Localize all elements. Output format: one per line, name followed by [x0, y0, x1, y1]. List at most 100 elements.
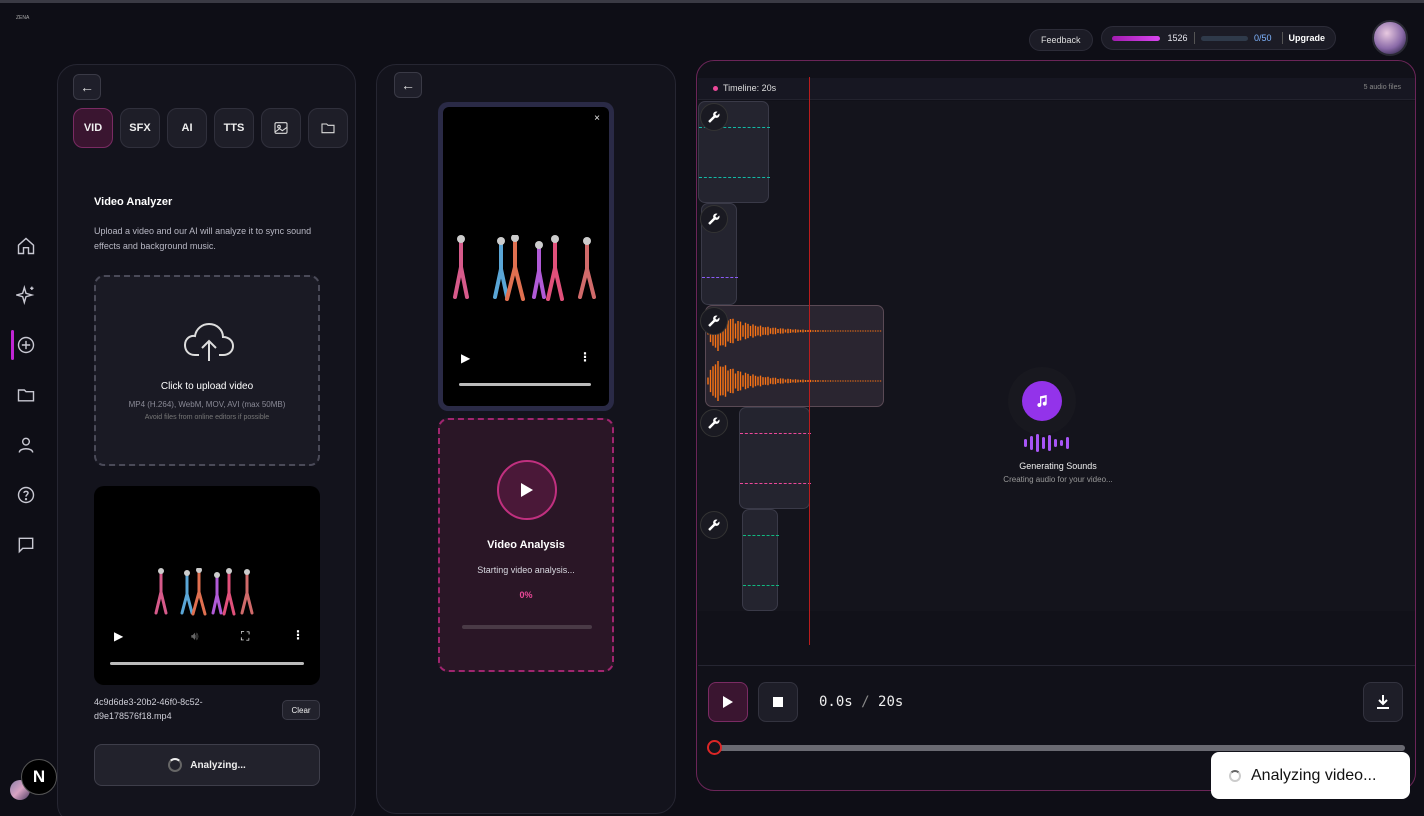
wrench-icon[interactable]	[700, 205, 728, 233]
generating-title: Generating Sounds	[1019, 461, 1097, 471]
upload-hint: Avoid files from online editors if possi…	[144, 414, 270, 421]
clear-button[interactable]: Clear	[282, 700, 320, 720]
video-player-small[interactable]: ▶ 🔊︎ ⛶ ⋮	[94, 486, 320, 685]
play-icon[interactable]: ▶	[461, 351, 470, 365]
home-icon[interactable]	[14, 234, 38, 258]
user-icon[interactable]	[14, 433, 38, 457]
folder-icon	[321, 123, 335, 134]
waveform	[699, 177, 770, 178]
video-thumbnail-figures	[154, 568, 254, 616]
waveform	[743, 585, 779, 586]
time-display: 0.0s / 20s	[819, 694, 903, 710]
waveform	[743, 535, 779, 536]
avatar[interactable]	[1372, 20, 1408, 56]
analyze-button-label: Analyzing...	[190, 759, 246, 771]
upload-dropzone[interactable]: Click to upload video MP4 (H.264), WebM,…	[94, 275, 320, 466]
upgrade-divider	[1281, 32, 1283, 44]
play-button[interactable]	[708, 682, 748, 722]
time-divider: /	[861, 694, 870, 710]
back-button[interactable]: ←	[73, 74, 101, 100]
current-time: 0.0s	[819, 694, 853, 710]
credits-divider	[1193, 32, 1195, 44]
wrench-icon[interactable]	[700, 103, 728, 131]
scrub-handle[interactable]	[707, 740, 722, 755]
wrench-icon[interactable]	[700, 307, 728, 335]
upload-label: Click to upload video	[160, 381, 254, 392]
uploaded-filename: 4c9d6de3-20b2-46f0-8c52-d9e178576f18.mp4	[94, 697, 203, 721]
n-badge[interactable]: N	[21, 759, 57, 795]
stop-button[interactable]	[758, 682, 798, 722]
analysis-percent: 0%	[519, 590, 533, 600]
waveform	[702, 277, 738, 278]
brand-logo: ZENA	[16, 15, 30, 21]
window-top-border	[0, 0, 1424, 3]
more-menu-icon[interactable]: ⋮	[292, 628, 304, 642]
close-icon[interactable]: ×	[594, 113, 600, 124]
transport-controls: 0.0s / 20s	[698, 665, 1415, 741]
folder-icon[interactable]	[14, 383, 38, 407]
analysis-play-button[interactable]	[497, 460, 557, 520]
tab-folder[interactable]	[308, 108, 348, 148]
arrow-left-icon: ←	[401, 77, 415, 93]
preview-panel: ← × ▶ ⋮ Video Analysis Starting video an…	[376, 64, 676, 814]
video-progress[interactable]	[459, 383, 591, 386]
feedback-button[interactable]: Feedback	[1029, 29, 1093, 51]
total-time: 20s	[878, 694, 904, 710]
back-button[interactable]: ←	[394, 72, 422, 98]
quota-value: 0/50	[1254, 33, 1272, 43]
video-thumbnail-figures	[453, 235, 596, 301]
stop-icon	[773, 697, 783, 707]
video-preview[interactable]: × ▶ ⋮	[438, 102, 614, 411]
cloud-upload-icon	[183, 322, 235, 361]
download-icon	[1377, 695, 1389, 709]
audio-clip[interactable]	[739, 407, 811, 509]
analysis-progress-bar	[462, 625, 592, 629]
audio-file-count: 5 audio files	[1363, 84, 1401, 91]
toast-notification: Analyzing video...	[1211, 752, 1410, 799]
waveform	[707, 311, 882, 401]
audio-clip[interactable]	[742, 509, 779, 611]
tab-image[interactable]	[261, 108, 301, 148]
video-progress[interactable]	[110, 662, 304, 665]
waveform	[740, 483, 811, 484]
help-icon[interactable]	[14, 483, 38, 507]
more-menu-icon[interactable]: ⋮	[579, 350, 591, 364]
audio-clip[interactable]	[705, 305, 884, 407]
fullscreen-icon[interactable]: ⛶	[241, 629, 249, 644]
play-icon	[723, 696, 733, 708]
panel-description: Upload a video and our AI will analyze i…	[94, 226, 312, 251]
tool-tabs: VID SFX AI TTS	[73, 108, 348, 148]
plus-circle-icon[interactable]	[14, 333, 38, 357]
timeline-label: Timeline: 20s	[723, 83, 777, 93]
timeline-tracks[interactable]: Generating Sounds Creating audio for you…	[698, 101, 1415, 611]
spinner-icon	[1229, 769, 1241, 782]
volume-icon[interactable]: 🔊︎	[191, 629, 199, 644]
sparkles-icon[interactable]	[14, 283, 38, 307]
upgrade-button[interactable]: Upgrade	[1289, 33, 1326, 43]
chat-icon[interactable]	[14, 533, 38, 557]
tab-vid[interactable]: VID	[73, 108, 113, 148]
analyze-button[interactable]: Analyzing...	[94, 744, 320, 786]
wrench-icon[interactable]	[700, 409, 728, 437]
upload-formats: MP4 (H.264), WebM, MOV, AVI (max 50MB)	[128, 400, 286, 409]
arrow-left-icon: ←	[80, 79, 94, 95]
video-analysis-card: Video Analysis Starting video analysis..…	[438, 418, 614, 672]
generating-subtitle: Creating audio for your video...	[1003, 475, 1113, 484]
analysis-title: Video Analysis	[487, 539, 565, 551]
quota-bar	[1200, 35, 1249, 41]
play-icon	[521, 483, 533, 497]
credits-widget: 1526 0/50 Upgrade	[1101, 26, 1336, 50]
timeline-header: Timeline: 20s 5 audio files	[698, 78, 1415, 100]
toast-message: Analyzing video...	[1251, 766, 1377, 784]
tab-ai[interactable]: AI	[167, 108, 207, 148]
tab-sfx[interactable]: SFX	[120, 108, 160, 148]
scrub-bar[interactable]	[715, 745, 1405, 751]
tab-tts[interactable]: TTS	[214, 108, 254, 148]
spinner-icon	[168, 758, 183, 772]
wrench-icon[interactable]	[700, 511, 728, 539]
timeline-panel: Timeline: 20s 5 audio files Generating S…	[696, 60, 1416, 791]
credits-value: 1526	[1167, 33, 1188, 43]
playhead[interactable]	[809, 77, 810, 645]
download-button[interactable]	[1363, 682, 1403, 722]
play-icon[interactable]: ▶	[114, 629, 123, 643]
